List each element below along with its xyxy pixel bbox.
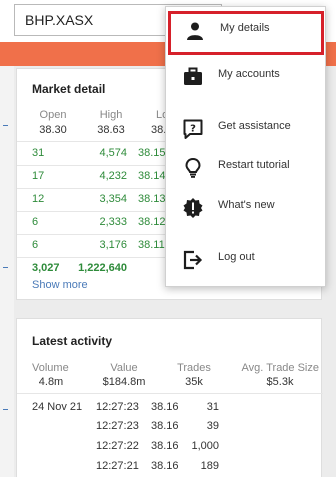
depth-price: 38.13 (138, 193, 166, 205)
menu-item-label: Restart tutorial (218, 159, 290, 171)
trade-qty: 31 (206, 401, 219, 413)
person-icon (184, 20, 206, 42)
column-header-high: High (99, 109, 123, 121)
trade-price: 38.16 (151, 401, 179, 413)
low-value: 38. (151, 124, 167, 136)
sidebar-marker (3, 125, 8, 126)
depth-volume: 3,176 (99, 239, 127, 251)
help-chat-icon: ? (182, 118, 204, 140)
depth-price: 38.12 (138, 216, 166, 228)
ticker-value: BHP.XASX (25, 12, 94, 28)
depth-price: 38.11 (138, 239, 165, 251)
open-value: 38.30 (39, 124, 67, 136)
stat-header-value: Value (110, 362, 138, 374)
badge-alert-icon (182, 197, 204, 219)
trade-price: 38.16 (151, 420, 179, 432)
total-count: 3,027 (32, 262, 60, 274)
latest-activity-title: Latest activity (32, 334, 113, 348)
trade-qty: 39 (206, 420, 219, 432)
stat-header-volume: Volume (32, 362, 69, 374)
svg-text:?: ? (190, 124, 196, 135)
stat-trades: 35k (185, 376, 203, 388)
depth-volume: 2,333 (99, 216, 127, 228)
column-header-open: Open (39, 109, 67, 121)
menu-item-label: Log out (218, 251, 255, 263)
trade-time: 12:27:21 (96, 460, 139, 472)
trade-date: 24 Nov 21 (32, 401, 83, 413)
depth-count: 17 (32, 170, 45, 182)
depth-volume: 4,574 (99, 147, 127, 159)
user-menu-dropdown: My details My accounts ? Get assistance (165, 6, 326, 287)
left-sidebar-strip (0, 66, 14, 477)
menu-item-label: My details (220, 22, 270, 34)
depth-count: 31 (32, 147, 45, 159)
depth-count: 12 (32, 193, 45, 205)
menu-item-label: What's new (218, 199, 275, 211)
menu-item-my-accounts[interactable]: My accounts (166, 57, 325, 95)
stat-header-trades: Trades (177, 362, 211, 374)
market-detail-title: Market detail (32, 82, 106, 96)
depth-volume: 3,354 (99, 193, 127, 205)
sidebar-marker (3, 409, 8, 410)
briefcase-icon (182, 66, 204, 88)
stat-header-avg-trade-size: Avg. Trade Size (241, 362, 319, 374)
menu-item-whats-new[interactable]: What's new (166, 188, 325, 226)
trade-time: 12:27:22 (96, 440, 139, 452)
stat-avg-trade-size: $5.3k (266, 376, 294, 388)
depth-count: 6 (32, 216, 39, 228)
trade-qty: 189 (200, 460, 219, 472)
trade-time: 12:27:23 (96, 420, 139, 432)
menu-item-label: Get assistance (218, 120, 291, 132)
latest-activity-card: Latest activity Volume Value Trades Avg.… (16, 318, 323, 477)
menu-item-restart-tutorial[interactable]: Restart tutorial (166, 148, 325, 186)
depth-price: 38.15 (138, 147, 166, 159)
trade-price: 38.16 (151, 440, 179, 452)
stat-value: $184.8m (102, 376, 146, 388)
high-value: 38.63 (97, 124, 125, 136)
menu-item-label: My accounts (218, 68, 280, 80)
trade-time: 12:27:23 (96, 401, 139, 413)
lightbulb-icon (182, 157, 204, 179)
trade-price: 38.16 (151, 460, 179, 472)
divider (17, 393, 323, 394)
menu-item-log-out[interactable]: Log out (166, 240, 325, 278)
logout-icon (182, 249, 204, 271)
menu-item-my-details[interactable]: My details (168, 11, 324, 55)
depth-count: 6 (32, 239, 39, 251)
depth-volume: 4,232 (99, 170, 127, 182)
menu-item-get-assistance[interactable]: ? Get assistance (166, 109, 325, 147)
stat-volume: 4.8m (38, 376, 64, 388)
depth-price: 38.14 (138, 170, 166, 182)
show-more-link[interactable]: Show more (32, 279, 88, 291)
trade-qty: 1,000 (191, 440, 219, 452)
sidebar-marker (3, 267, 8, 268)
total-volume: 1,222,640 (78, 262, 127, 274)
